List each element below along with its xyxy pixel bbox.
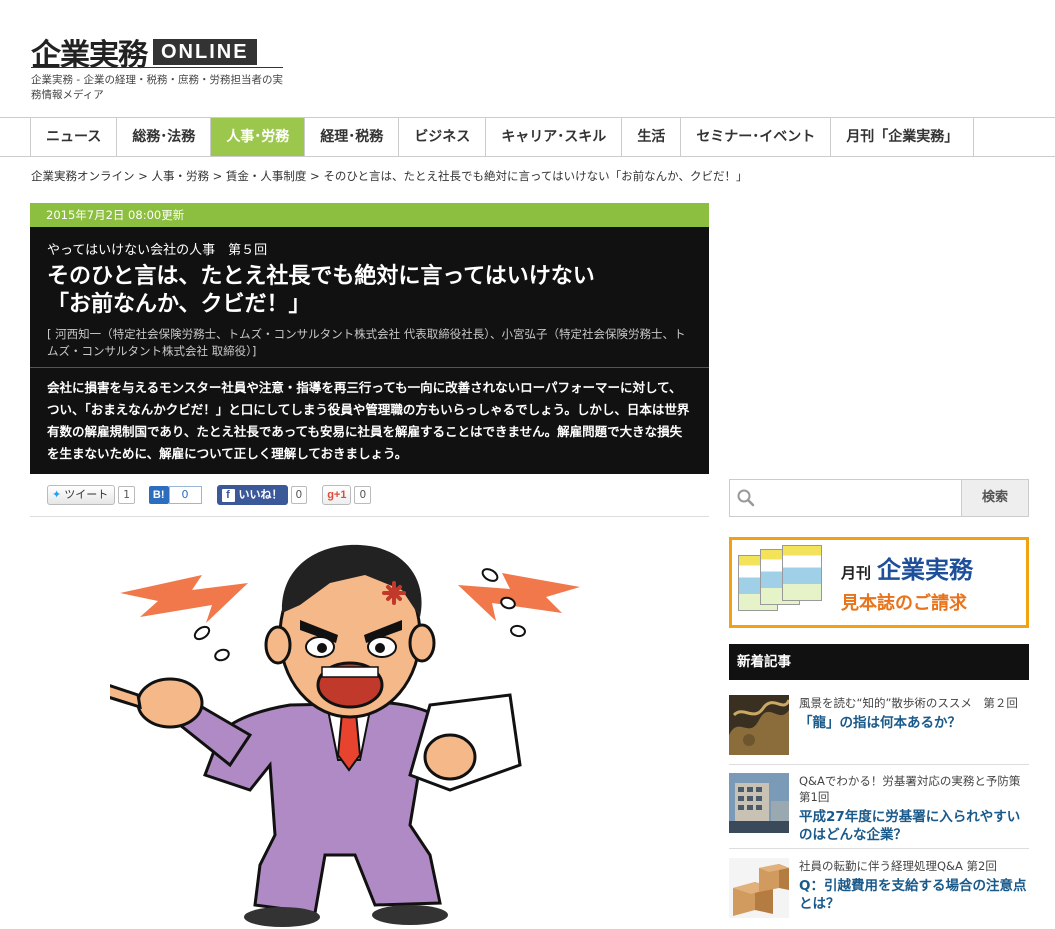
site-tagline: 企業実務 - 企業の経理・税務・庶務・労務担当者の実務情報メディア	[31, 74, 283, 101]
facebook-like-button[interactable]: f いいね！	[216, 485, 288, 505]
facebook-count: 0	[290, 486, 308, 504]
news-series: 風景を読む“知的”散歩術のススメ 第２回	[799, 696, 1018, 710]
news-title[interactable]: 平成27年度に労基署に入られやすいのはどんな企業？	[799, 808, 1029, 844]
angry-boss-illustration	[110, 544, 580, 927]
article-title-line1: そのひと言は、たとえ社長でも絶対に言ってはいけない	[47, 264, 595, 289]
hatena-count: 0	[168, 486, 202, 504]
article-date: 2015年7月2日 08:00更新	[30, 203, 709, 227]
nav-item-business[interactable]: ビジネス	[399, 118, 487, 156]
search-icon	[737, 489, 755, 507]
logo-online-badge: ONLINE	[153, 39, 257, 65]
news-series: Q&Aでわかる！労基署対応の実務と予防策 第1回	[799, 774, 1032, 804]
nav-item-monthly-magazine[interactable]: 月刊「企業実務」	[831, 118, 975, 156]
social-divider	[30, 516, 709, 517]
new-articles-heading: 新着記事	[729, 644, 1029, 680]
breadcrumb[interactable]: 企業実務オンライン > 人事・労務 > 賃金・人事制度 > そのひと言は、たとえ…	[31, 168, 747, 184]
nav-item-general-legal[interactable]: 総務･法務	[117, 118, 212, 156]
social-share-bar: ✦ ツイート 1 B! 0 f いいね！ 0 g+1 0	[47, 485, 372, 505]
article-header: やってはいけない会社の人事 第５回 そのひと言は、たとえ社長でも絶対に言ってはい…	[30, 227, 709, 367]
news-item[interactable]: Q&Aでわかる！労基署対応の実務と予防策 第1回 平成27年度に労基署に入られや…	[729, 773, 1032, 844]
nav-item-hr-labor[interactable]: 人事･労務	[211, 118, 306, 156]
search-box: 検索	[729, 479, 1029, 517]
news-item[interactable]: 社員の転勤に伴う経理処理Q&A 第2回 Q：引越費用を支給する場合の注意点とは？	[729, 858, 1029, 918]
banner-magazine-name: 企業実務	[877, 555, 974, 584]
tweet-label: ツイート	[64, 488, 109, 501]
banner-sample-request: 見本誌のご請求	[841, 593, 967, 614]
labor-office-building-thumbnail	[729, 773, 789, 833]
news-divider	[729, 848, 1029, 849]
tweet-button[interactable]: ✦ ツイート	[47, 485, 116, 505]
news-title[interactable]: 「龍」の指は何本あるか？	[799, 714, 1029, 732]
main-nav: ニュース 総務･法務 人事･労務 経理･税務 ビジネス キャリア･スキル 生活 …	[0, 117, 1055, 157]
hatena-bookmark-button[interactable]: B!	[148, 486, 169, 504]
nav-item-career-skill[interactable]: キャリア･スキル	[486, 118, 623, 156]
article-lead: 会社に損害を与えるモンスター社員や注意・指導を再三行っても一向に改善されないロー…	[30, 367, 709, 474]
news-series: 社員の転勤に伴う経理処理Q&A 第2回	[799, 859, 997, 873]
moving-boxes-thumbnail	[729, 858, 789, 918]
article-title: そのひと言は、たとえ社長でも絶対に言ってはいけない 「お前なんか、クビだ！」	[47, 263, 693, 319]
google-plus-count: 0	[354, 486, 372, 504]
nav-item-news[interactable]: ニュース	[31, 118, 118, 156]
tweet-count: 1	[118, 486, 135, 504]
news-title[interactable]: Q：引越費用を支給する場合の注意点とは？	[799, 877, 1029, 913]
article-title-line2: 「お前なんか、クビだ！」	[47, 292, 311, 317]
anger-bolt-left-icon	[120, 575, 248, 623]
nav-item-life[interactable]: 生活	[622, 118, 682, 156]
nav-item-accounting-tax[interactable]: 経理･税務	[305, 118, 400, 156]
article-authors: [ 河西知一（特定社会保険労務士、トムズ・コンサルタント株式会社 代表取締役社長…	[47, 327, 686, 358]
search-button[interactable]: 検索	[961, 479, 1029, 517]
facebook-icon: f	[221, 488, 235, 502]
news-item[interactable]: 風景を読む“知的”散歩術のススメ 第２回 「龍」の指は何本あるか？	[729, 695, 1029, 755]
magazine-sample-banner[interactable]: 月刊 企業実務 見本誌のご請求	[729, 537, 1029, 628]
facebook-like-label: いいね！	[238, 488, 283, 501]
twitter-bird-icon: ✦	[52, 488, 62, 501]
article-series: やってはいけない会社の人事 第５回	[47, 243, 268, 258]
dragon-carving-thumbnail	[729, 695, 789, 755]
banner-monthly-label: 月刊	[841, 564, 872, 582]
news-divider	[729, 764, 1029, 765]
search-input[interactable]	[729, 479, 961, 517]
logo-underline	[31, 67, 283, 68]
magazine-covers-image	[738, 544, 833, 621]
nav-item-seminar-event[interactable]: セミナー･イベント	[681, 118, 832, 156]
google-plus-button[interactable]: g+1	[322, 485, 352, 505]
anger-bolt-right-icon	[458, 573, 580, 621]
